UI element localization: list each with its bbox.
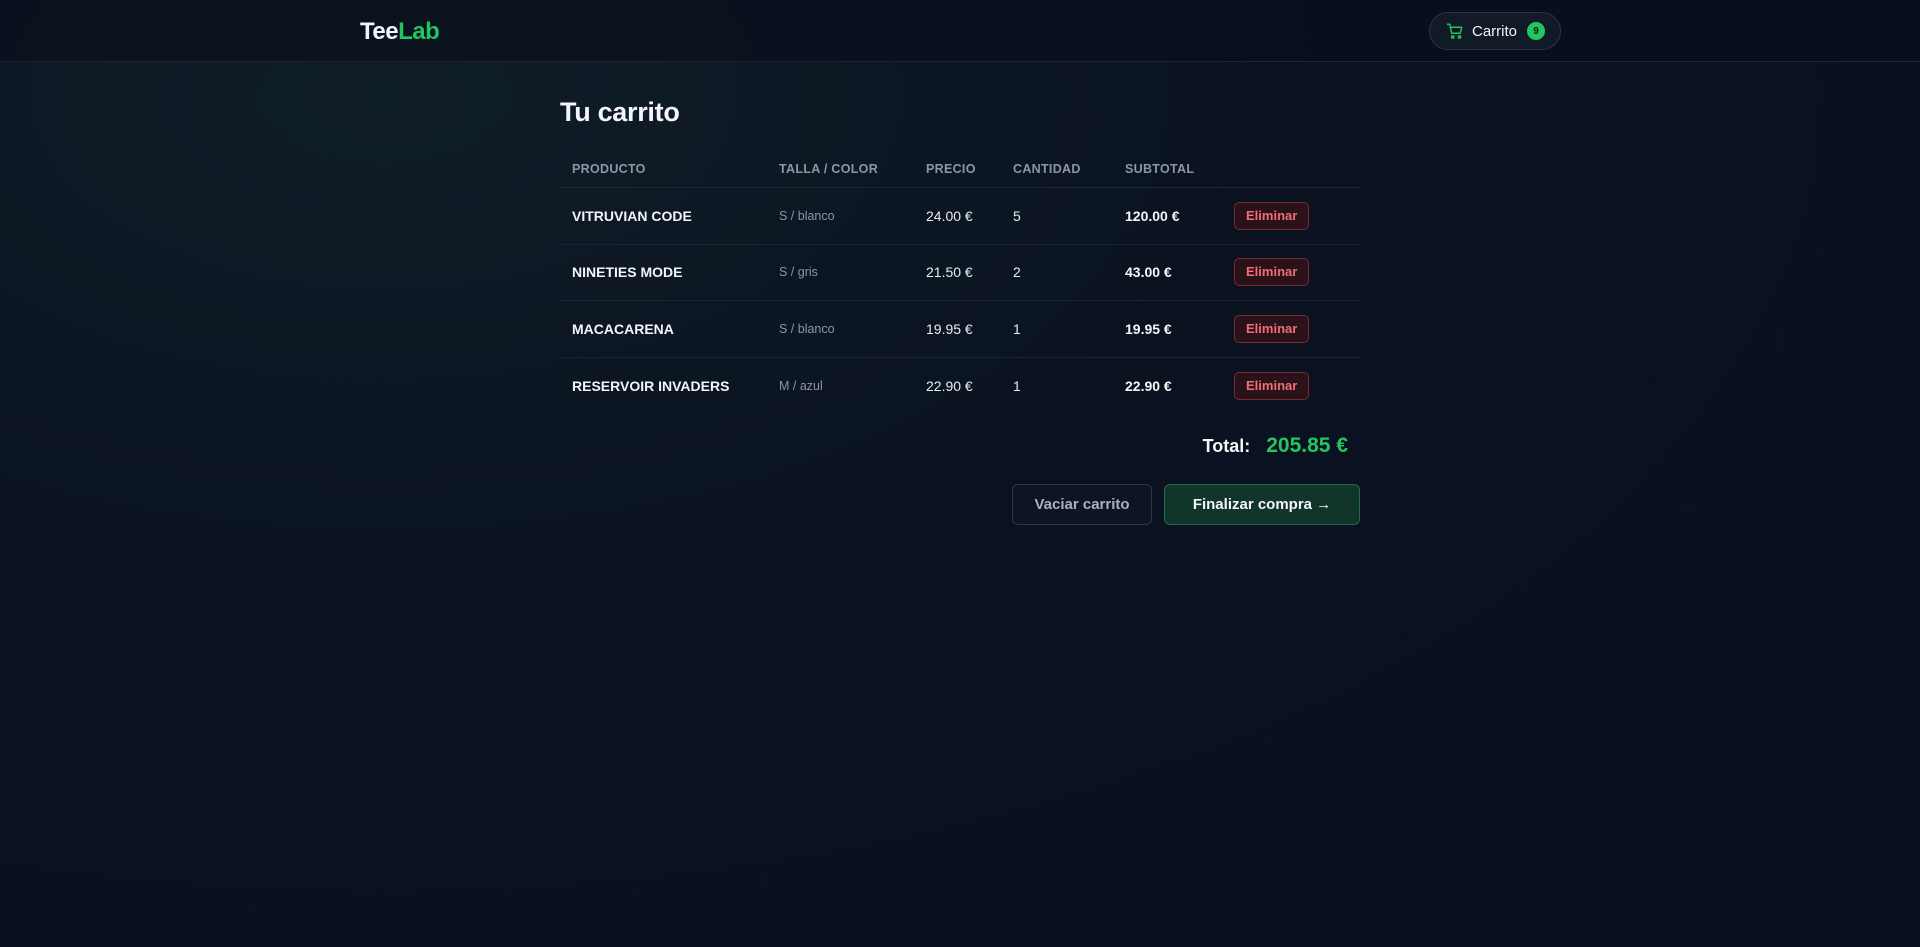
product-subtotal: 19.95 € [1125,320,1172,337]
product-quantity: 1 [1013,377,1021,394]
cart-label: Carrito [1472,22,1518,40]
cart-button[interactable]: Carrito 9 [1429,12,1561,50]
product-name: RESERVOIR INVADERS [572,377,730,394]
product-price: 22.90 € [926,377,973,394]
row-actions: Eliminar [1234,258,1314,287]
cart-count-badge: 9 [1527,22,1546,40]
product-name: MACACARENA [572,320,674,337]
table-header: PRODUCTO TALLA / COLOR PRECIO CANTIDAD S… [560,150,1360,188]
table-row: VITRUVIAN CODE S / blanco 24.00 € 5 120.… [560,188,1360,245]
table-row: NINETIES MODE S / gris 21.50 € 2 43.00 €… [560,245,1360,301]
row-actions: Eliminar [1234,314,1314,343]
column-header-size-color: TALLA / COLOR [779,161,879,176]
product-quantity: 1 [1013,320,1021,337]
checkout-button[interactable]: Finalizar compra → [1164,484,1360,525]
product-subtotal: 120.00 € [1125,207,1180,224]
row-actions: Eliminar [1234,201,1314,230]
product-price: 19.95 € [926,320,973,337]
logo-text-part2: Lab [398,18,440,45]
product-name: NINETIES MODE [572,264,683,281]
column-header-subtotal: SUBTOTAL [1125,161,1195,176]
remove-item-button[interactable]: Eliminar [1234,314,1310,343]
page-title: Tu carrito [560,97,680,127]
column-header-product: PRODUCTO [572,161,646,176]
product-subtotal: 43.00 € [1125,264,1172,281]
top-navbar: TeeLab Carrito 9 [0,0,1920,62]
cart-icon [1446,22,1464,40]
product-subtotal: 22.90 € [1125,377,1172,394]
product-price: 24.00 € [926,207,973,224]
product-variant: S / blanco [779,321,835,336]
product-name: VITRUVIAN CODE [572,207,692,224]
table-row: MACACARENA S / blanco 19.95 € 1 19.95 € … [560,301,1360,358]
column-header-price: PRECIO [926,161,976,176]
remove-item-button[interactable]: Eliminar [1234,201,1310,230]
cart-table: PRODUCTO TALLA / COLOR PRECIO CANTIDAD S… [560,150,1360,414]
product-variant: S / gris [779,265,818,280]
total-value: 205.85 € [1266,434,1348,457]
logo[interactable]: TeeLab [360,18,440,46]
total-label: Total: [1202,436,1251,456]
product-variant: M / azul [779,378,823,393]
column-header-quantity: CANTIDAD [1013,161,1081,176]
cart-total: Total: 205.85 € [1120,434,1348,458]
product-quantity: 2 [1013,264,1021,281]
product-quantity: 5 [1013,207,1021,224]
logo-text-part1: Tee [360,18,399,45]
product-price: 21.50 € [926,264,973,281]
empty-cart-button[interactable]: Vaciar carrito [1012,484,1152,525]
remove-item-button[interactable]: Eliminar [1234,371,1310,400]
row-actions: Eliminar [1234,371,1314,400]
table-row: RESERVOIR INVADERS M / azul 22.90 € 1 22… [560,358,1360,415]
remove-item-button[interactable]: Eliminar [1234,258,1310,287]
product-variant: S / blanco [779,208,835,223]
